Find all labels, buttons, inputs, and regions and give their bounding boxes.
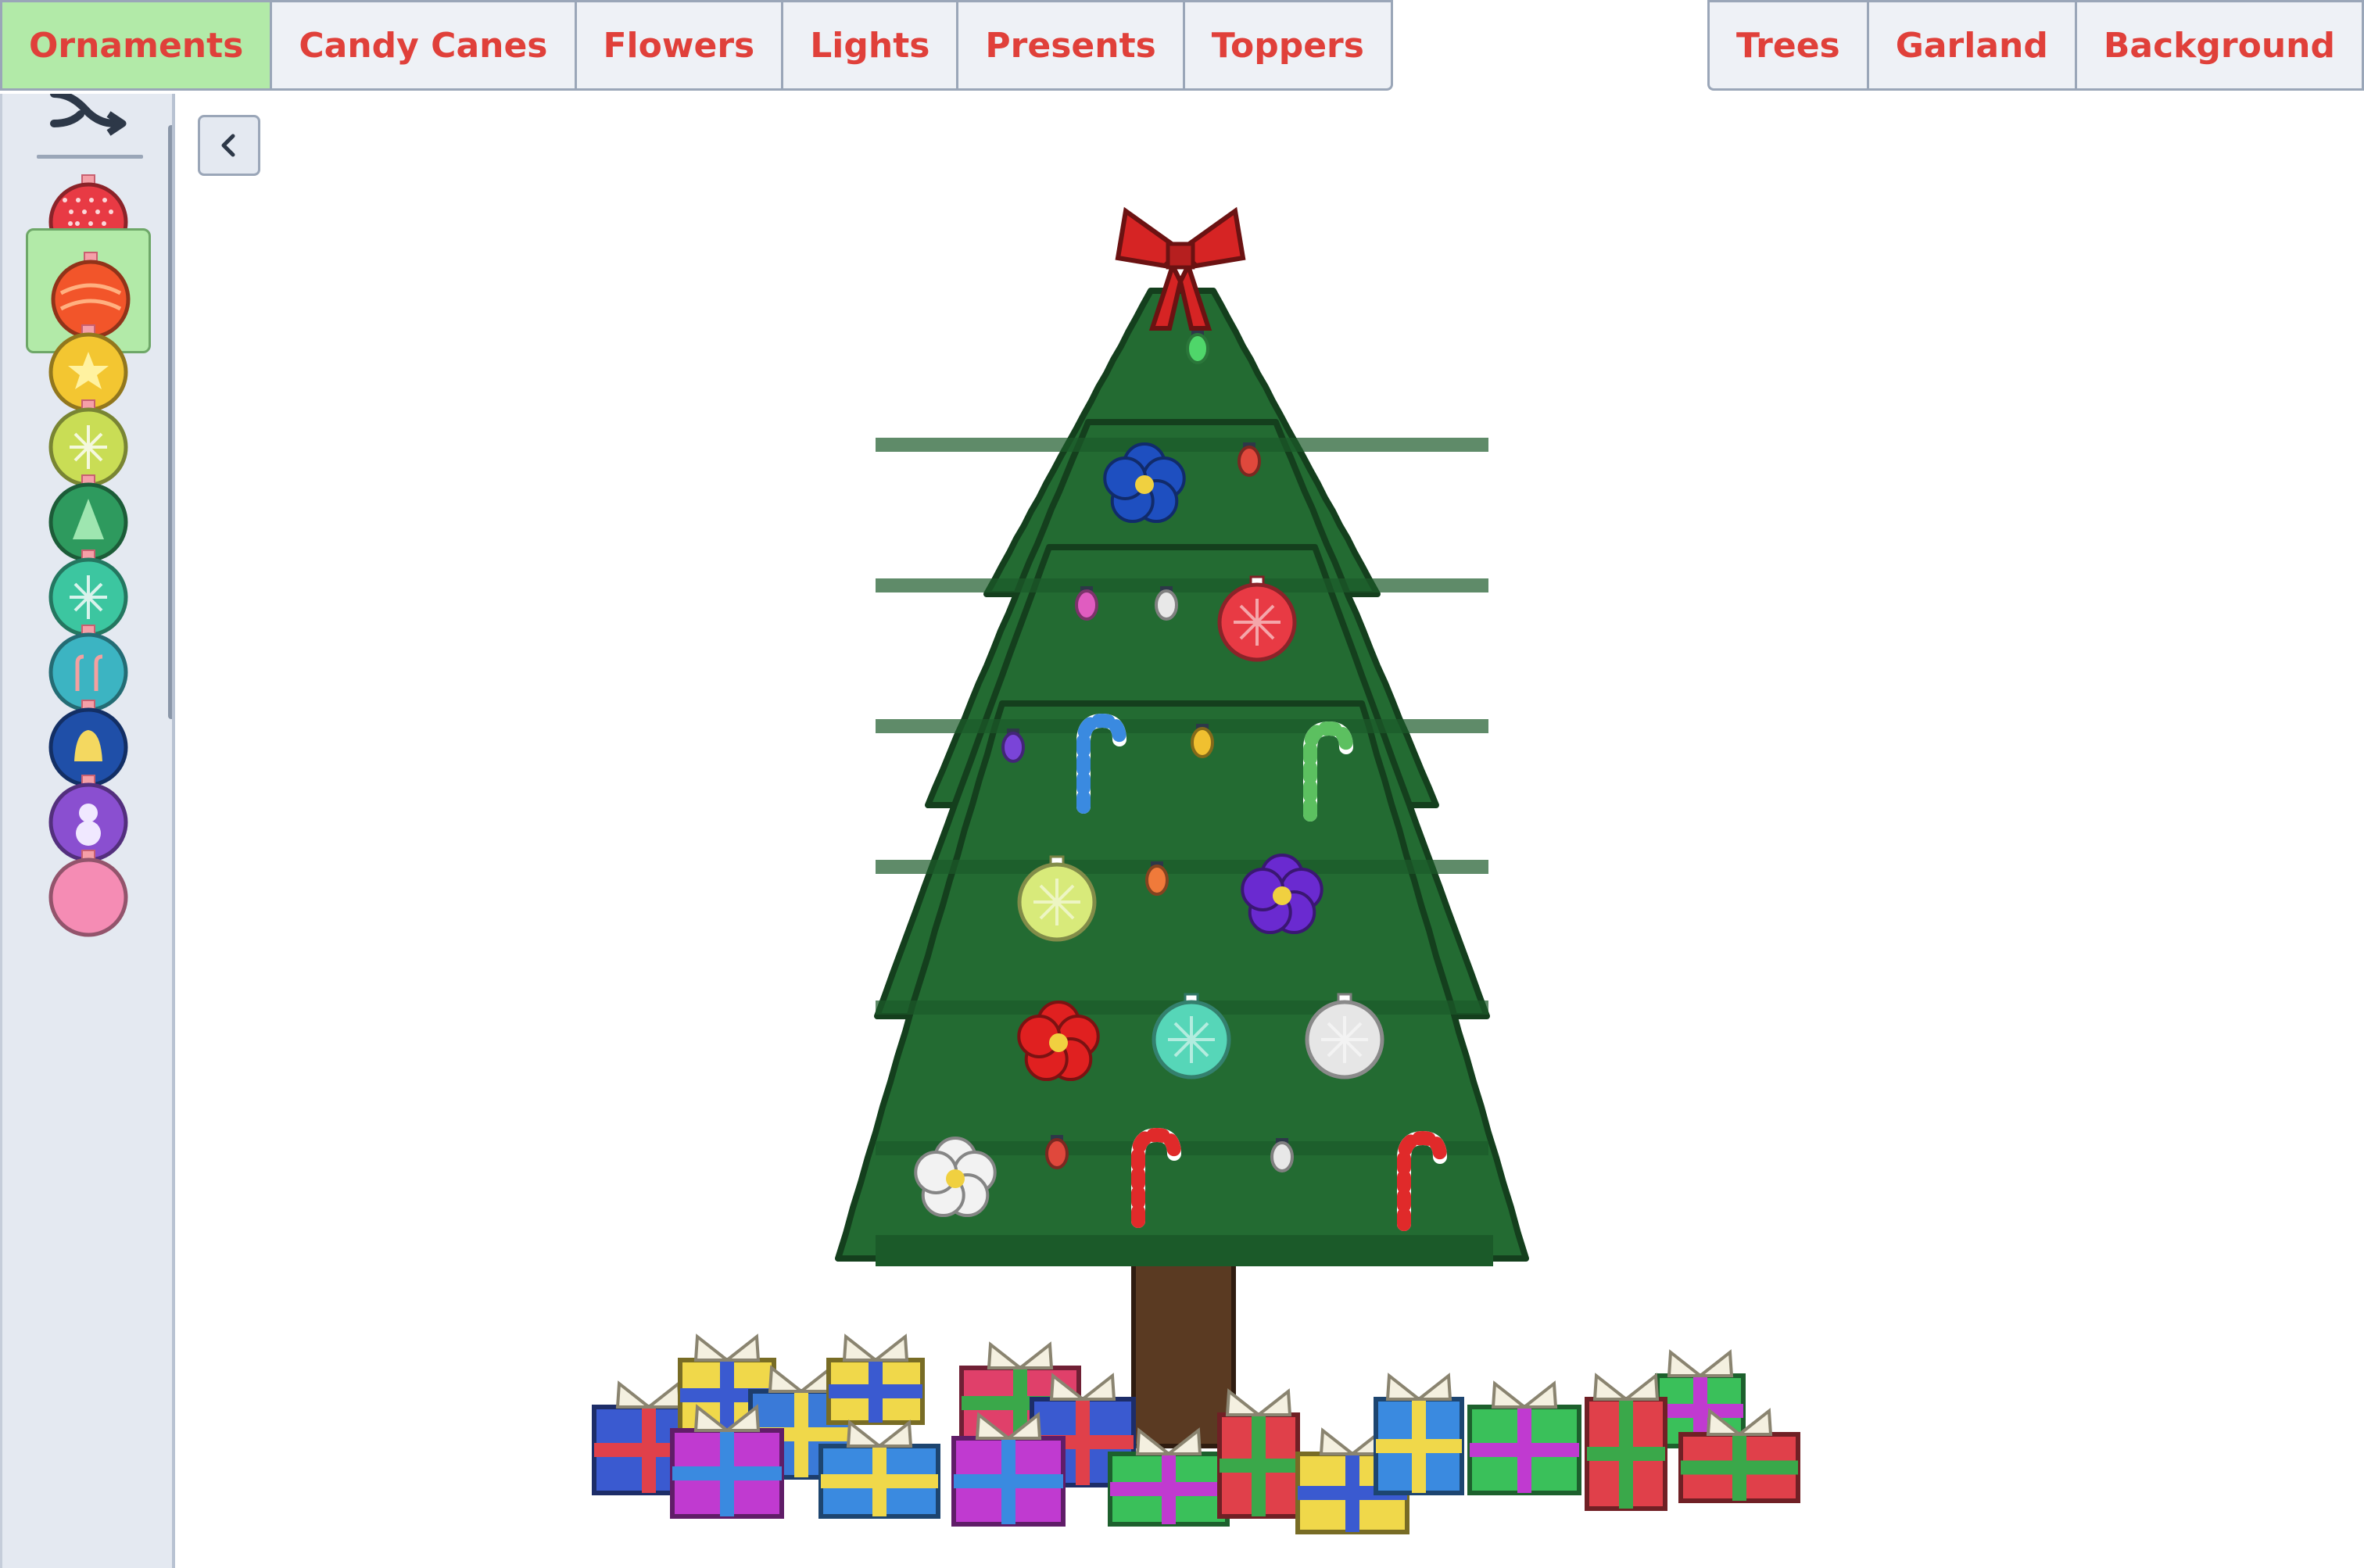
ornament-pattern <box>102 198 107 202</box>
present-bow <box>1385 1373 1452 1401</box>
ornament-pattern <box>95 209 100 214</box>
ornament-pattern <box>109 209 113 214</box>
tree-shade-band <box>876 860 1488 874</box>
present[interactable] <box>826 1334 925 1425</box>
tab-label: Lights <box>810 25 930 66</box>
present[interactable] <box>1374 1373 1464 1495</box>
present-ribbon-horizontal <box>1587 1447 1665 1461</box>
ornament-pattern <box>1033 879 1080 925</box>
tree-shade-band <box>876 578 1488 592</box>
tab-trees[interactable]: Trees <box>1707 0 1869 91</box>
present-ribbon-horizontal <box>954 1474 1063 1488</box>
tab-garland[interactable]: Garland <box>1868 0 2077 91</box>
tab-label: Trees <box>1735 25 1840 66</box>
tab-label: Ornaments <box>29 25 244 66</box>
ornament-pattern <box>79 804 98 822</box>
tab-presents[interactable]: Presents <box>958 0 1185 91</box>
flower-center <box>1273 886 1291 905</box>
tab-label: Flowers <box>603 25 755 66</box>
light-bulb <box>1191 727 1214 758</box>
item-palette-sidebar <box>0 94 175 1568</box>
ornament-pattern <box>63 198 67 202</box>
light-bulb <box>1145 865 1169 896</box>
ornament-pattern <box>68 221 73 226</box>
tab-label: Candy Canes <box>299 25 548 66</box>
tree-shade-band <box>876 719 1488 733</box>
tab-lights[interactable]: Lights <box>783 0 959 91</box>
present-bow <box>693 1334 761 1362</box>
palette-slot[interactable] <box>26 829 151 954</box>
ornament-pattern <box>1321 1016 1368 1063</box>
tab-label: Background <box>2103 25 2335 66</box>
light-bulb <box>1238 446 1261 477</box>
present[interactable] <box>1585 1373 1667 1511</box>
present-bow <box>1667 1349 1734 1377</box>
ornament-pattern <box>89 198 94 202</box>
ornament-pattern <box>1168 1016 1215 1063</box>
light-bulb <box>1075 589 1098 621</box>
present-ribbon-horizontal <box>672 1466 782 1480</box>
ornament-pattern <box>88 221 93 226</box>
present-bow <box>1225 1388 1292 1416</box>
sidebar-scrollbar[interactable] <box>168 125 172 719</box>
present-ribbon-horizontal <box>829 1384 922 1398</box>
light-bulb <box>1186 333 1209 364</box>
flower-center <box>1049 1033 1068 1052</box>
tree-scene-canvas <box>592 206 1800 1534</box>
collapse-sidebar-button[interactable] <box>198 115 260 176</box>
tab-flowers[interactable]: Flowers <box>576 0 784 91</box>
light-bulb <box>1155 589 1178 621</box>
present-ribbon-horizontal <box>1681 1460 1798 1475</box>
tree-base-shade <box>876 1235 1493 1266</box>
present-ribbon-horizontal <box>1220 1459 1298 1473</box>
tab-label: Garland <box>1895 25 2048 66</box>
ornament-pattern <box>75 221 80 226</box>
tab-label: Toppers <box>1211 25 1364 66</box>
present[interactable] <box>1467 1380 1581 1495</box>
present-ribbon-horizontal <box>1470 1443 1579 1457</box>
flower-center <box>1135 475 1154 494</box>
present-bow <box>768 1365 835 1393</box>
light-bulb <box>1045 1138 1069 1169</box>
chevron-left-icon <box>221 134 235 157</box>
present-bow <box>846 1419 913 1448</box>
tab-label: Presents <box>985 25 1156 66</box>
flower-center <box>946 1169 965 1188</box>
present-bow <box>1491 1380 1558 1409</box>
present-bow <box>615 1380 682 1409</box>
bow-knot <box>1166 242 1195 270</box>
light-bulb <box>1001 732 1025 763</box>
present-ribbon-horizontal <box>1376 1439 1462 1453</box>
present-bow <box>1592 1373 1660 1401</box>
present-ribbon-horizontal <box>1657 1404 1743 1418</box>
shuffle-icon[interactable] <box>49 94 127 136</box>
ornament-pattern <box>82 209 87 214</box>
scene-tabs: Trees Garland Background <box>1707 0 2364 94</box>
present-ribbon-horizontal <box>821 1474 938 1488</box>
present[interactable] <box>1217 1388 1300 1519</box>
pink-ornament-icon <box>48 850 128 937</box>
ornament-pattern <box>102 221 106 226</box>
tab-toppers[interactable]: Toppers <box>1184 0 1393 91</box>
tab-candy-canes[interactable]: Candy Canes <box>272 0 577 91</box>
category-tabs: Ornaments Candy Canes Flowers Lights Pre… <box>0 0 1393 94</box>
tab-background[interactable]: Background <box>2076 0 2364 91</box>
tree-shade-band <box>876 438 1488 452</box>
ornament-pattern <box>76 198 81 202</box>
present-bow <box>842 1334 909 1362</box>
present-bow <box>987 1341 1054 1369</box>
ornament-pattern <box>1234 599 1280 646</box>
tab-ornaments[interactable]: Ornaments <box>0 0 273 91</box>
present-ribbon-horizontal <box>1110 1482 1227 1496</box>
light-bulb <box>1270 1141 1294 1172</box>
ornament-ball <box>48 857 128 937</box>
ornament-pattern <box>69 209 73 214</box>
